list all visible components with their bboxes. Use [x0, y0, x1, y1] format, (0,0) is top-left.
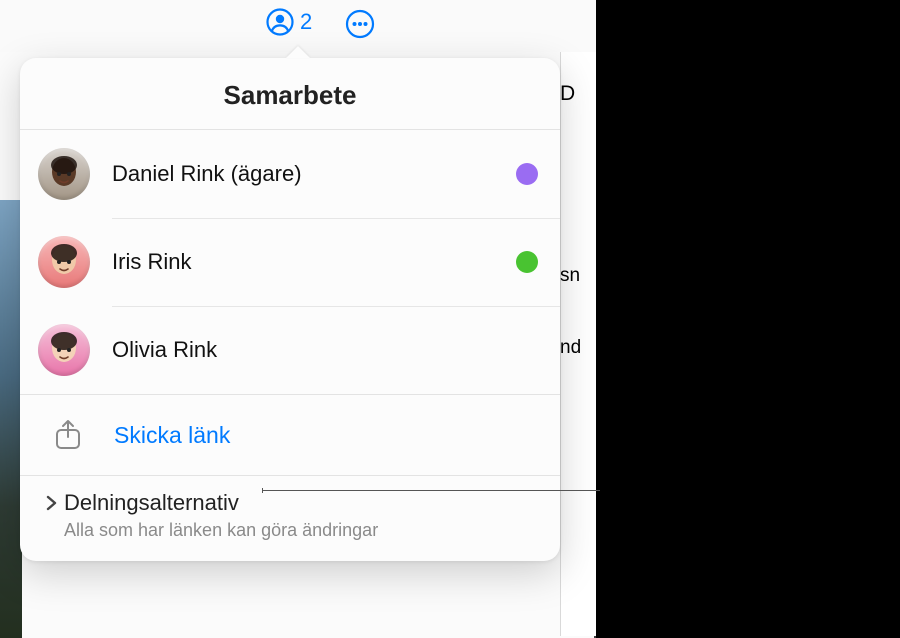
sidebar-strip	[560, 36, 596, 636]
avatar	[38, 148, 90, 200]
send-link-row[interactable]: Skicka länk	[20, 394, 560, 475]
participant-row[interactable]: Olivia Rink	[20, 306, 560, 394]
participant-list: Daniel Rink (ägare) Iris Rink Olivia Rink	[20, 130, 560, 394]
callout-leader-line	[262, 490, 600, 491]
bg-letter: D	[560, 82, 575, 106]
toolbar: 2	[0, 0, 596, 52]
collaboration-button[interactable]: 2	[266, 8, 312, 36]
document-background-image	[0, 200, 22, 638]
share-icon	[48, 415, 88, 455]
avatar	[38, 236, 90, 288]
sharing-options-row[interactable]: Delningsalternativ Alla som har länken k…	[20, 475, 560, 561]
popover-title: Samarbete	[20, 58, 560, 129]
chevron-right-icon	[42, 494, 60, 512]
collaboration-count: 2	[300, 9, 312, 35]
more-button[interactable]	[344, 8, 376, 40]
participant-name: Iris Rink	[112, 249, 516, 275]
send-link-label: Skicka länk	[114, 422, 230, 449]
ellipsis-circle-icon	[345, 9, 375, 39]
sharing-options-subtitle: Alla som har länken kan göra ändringar	[42, 520, 538, 541]
presence-dot	[516, 163, 538, 185]
participant-name: Daniel Rink (ägare)	[112, 161, 516, 187]
person-icon	[266, 8, 294, 36]
bg-fragment: sn	[560, 265, 580, 287]
participant-row[interactable]: Iris Rink	[20, 218, 560, 306]
app-window: D sn nd 2 Samarbete	[0, 0, 596, 638]
participant-name: Olivia Rink	[112, 337, 538, 363]
collaboration-popover: Samarbete Daniel Rink (ägare) Iris Rink Ol…	[20, 58, 560, 561]
avatar	[38, 324, 90, 376]
bg-fragment: nd	[560, 337, 581, 359]
presence-dot	[516, 251, 538, 273]
participant-row[interactable]: Daniel Rink (ägare)	[20, 130, 560, 218]
sharing-options-title: Delningsalternativ	[64, 490, 239, 516]
